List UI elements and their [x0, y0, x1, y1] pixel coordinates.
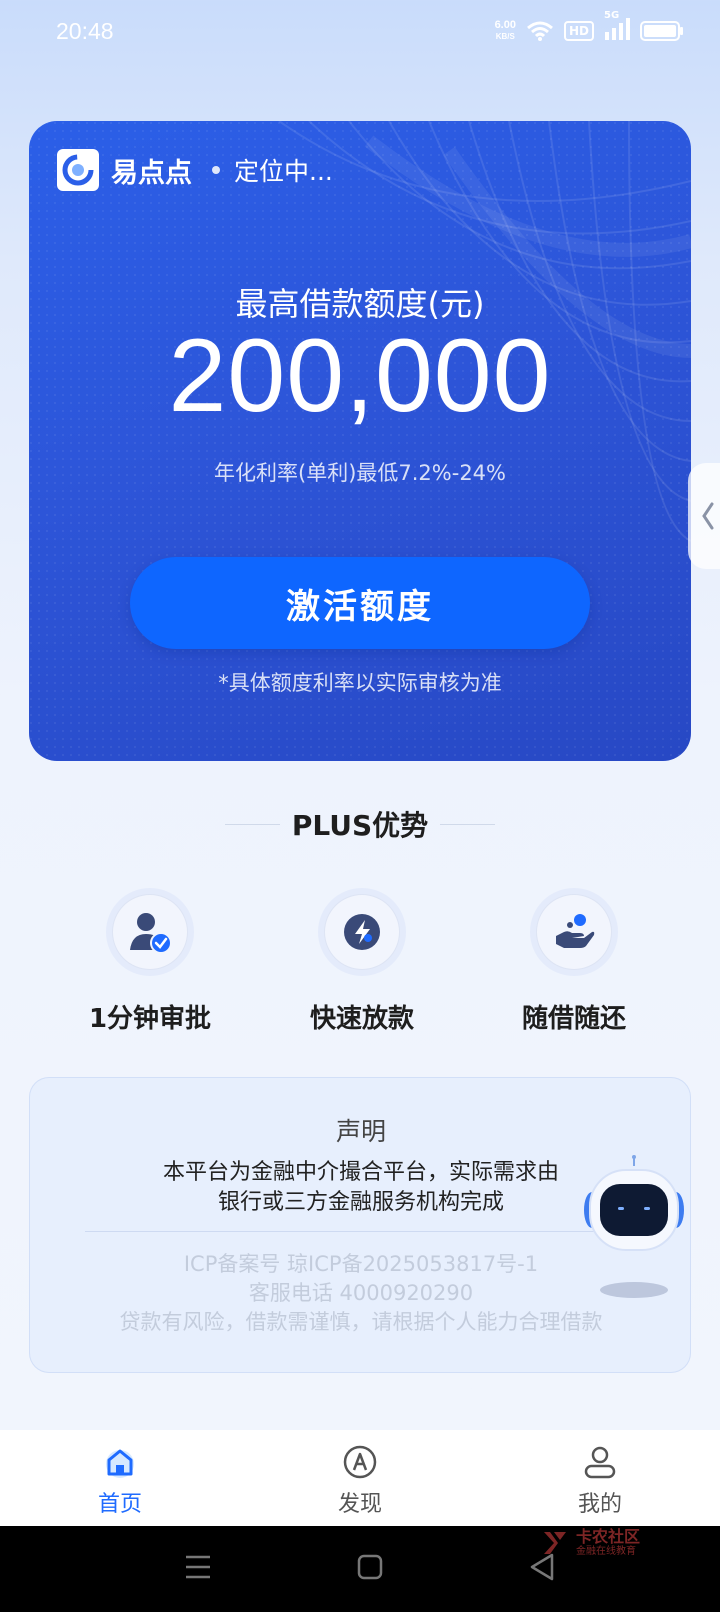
- divider-line: [224, 823, 280, 825]
- risk-warning: 贷款有风险，借款需谨慎，请根据个人能力合理借款: [119, 1310, 603, 1334]
- feature-item: 1分钟审批: [60, 888, 240, 1035]
- statement-body: 本平台为金融中介撮合平台，实际需求由 银行或三方金融服务机构完成: [90, 1158, 632, 1218]
- menu-icon[interactable]: [184, 1552, 212, 1582]
- feature-icon-bg: [106, 888, 194, 976]
- status-icons: 6.00 KB/S HD 5G: [494, 10, 684, 43]
- user-check-icon: [130, 913, 172, 954]
- hd-badge: HD: [563, 20, 594, 41]
- assistant-robot-button[interactable]: [578, 1152, 690, 1302]
- feature-item: 随借随还: [484, 888, 664, 1035]
- feature-label: 随借随还: [521, 1004, 626, 1034]
- feature-icon-bg: [318, 888, 406, 976]
- statement-title: 声明: [335, 1117, 386, 1146]
- user-icon: [584, 1446, 616, 1479]
- brand-header: 易点点 定位中...: [57, 149, 333, 191]
- watermark-sub-text: 金融在线教育: [576, 1546, 636, 1557]
- chevron-left-icon: [702, 502, 714, 530]
- feature-label: 快速放款: [309, 1004, 414, 1034]
- tab-home[interactable]: 首页: [60, 1442, 180, 1518]
- compass-icon: [343, 1445, 377, 1479]
- feature-label: 1分钟审批: [88, 1004, 212, 1034]
- tab-mine[interactable]: 我的: [540, 1442, 660, 1518]
- feature-item: 快速放款: [272, 888, 452, 1035]
- plus-section-header: PLUS优势: [0, 804, 720, 844]
- activate-limit-button[interactable]: 激活额度: [130, 557, 590, 649]
- tab-discover[interactable]: 发现: [300, 1442, 420, 1518]
- net-speed-value: 6.00: [494, 18, 516, 31]
- plus-title: PLUS优势: [291, 809, 429, 842]
- limit-amount: 200,000: [168, 318, 552, 434]
- signal-icon: 5G: [604, 10, 630, 43]
- interest-rate-text: 年化利率(单利)最低7.2%-24%: [214, 461, 506, 485]
- card-wave-pattern: [29, 121, 691, 761]
- robot-icon: [584, 1155, 684, 1298]
- net-speed-unit: KB/S: [495, 31, 515, 41]
- loan-limit-card: 易点点 定位中... 最高借款额度(元) 200,000 年化利率(单利)最低7…: [29, 121, 691, 761]
- hand-coin-icon: [556, 914, 595, 948]
- statement-line: 本平台为金融中介撮合平台，实际需求由: [162, 1160, 559, 1185]
- app-logo-icon: [57, 149, 99, 191]
- side-drawer-handle[interactable]: [688, 463, 720, 569]
- wifi-icon: [527, 21, 553, 41]
- separator-dot: [212, 166, 220, 174]
- net-speed: 6.00 KB/S: [494, 18, 516, 42]
- tab-label: 发现: [337, 1492, 382, 1517]
- watermark-logo-icon: [544, 1532, 566, 1554]
- statement-line: 银行或三方金融服务机构完成: [217, 1190, 504, 1215]
- bottom-tab-bar: 首页 发现 我的: [0, 1430, 720, 1526]
- watermark: 卡农社区 金融在线教育: [540, 1528, 640, 1558]
- limit-disclaimer: *具体额度利率以实际审核为准: [218, 671, 502, 695]
- status-bar: 20:48 6.00 KB/S HD 5G: [0, 0, 720, 66]
- app-name: 易点点: [111, 157, 192, 189]
- network-type-label: 5G: [604, 10, 620, 21]
- battery-icon: [640, 20, 683, 41]
- location-status[interactable]: 定位中...: [234, 152, 333, 188]
- home-square-icon[interactable]: [356, 1552, 384, 1582]
- tab-label: 我的: [577, 1492, 622, 1517]
- divider-line: [85, 1231, 637, 1232]
- tab-label: 首页: [97, 1492, 142, 1517]
- lightning-icon: [344, 914, 380, 950]
- feature-icon-bg: [530, 888, 618, 976]
- watermark-main-text: 卡农社区: [576, 1527, 641, 1546]
- divider-line: [440, 823, 496, 825]
- home-icon: [106, 1449, 134, 1478]
- status-time: 20:48: [56, 18, 114, 44]
